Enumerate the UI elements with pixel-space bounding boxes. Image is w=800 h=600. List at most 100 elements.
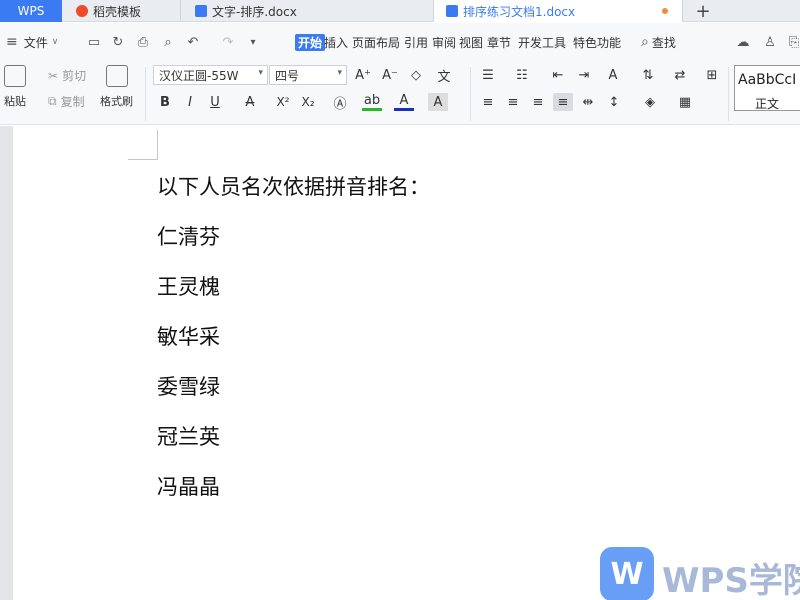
font-size-value: 四号 (275, 68, 300, 83)
font-family-select[interactable]: 汉仪正圆-55W ▾ (153, 65, 268, 85)
menu-start[interactable]: 开始 (295, 34, 326, 51)
text-direction-icon[interactable]: A (603, 66, 623, 84)
print-icon[interactable]: ⎙ (135, 34, 151, 50)
output-icon[interactable]: ↻ (110, 34, 126, 50)
copy-button[interactable]: ⧉ 复制 (48, 93, 85, 110)
shrink-font-icon[interactable]: A⁻ (380, 66, 400, 84)
menu-chapter[interactable]: 章节 (487, 34, 511, 51)
increase-indent-icon[interactable]: ⇥ (574, 66, 594, 84)
margin-corner-mark (128, 130, 158, 160)
tab-document-2[interactable]: 排序练习文档1.docx (433, 0, 683, 22)
distribute-icon[interactable]: ⇹ (578, 93, 598, 111)
text-effect-icon[interactable]: Ⓐ (330, 93, 350, 112)
tab-template[interactable]: 稻壳模板 (62, 0, 178, 22)
superscript-button[interactable]: X² (273, 93, 293, 111)
format-painter-label: 格式刷 (100, 95, 133, 108)
justify-icon[interactable]: ≡ (553, 93, 573, 111)
doc-name-line[interactable]: 王灵槐 (157, 271, 220, 301)
strikethrough-button[interactable]: A (240, 93, 260, 111)
tab-document-2-label: 排序练习文档1.docx (463, 4, 576, 19)
tab-document-1[interactable]: 文字-排序.docx (180, 0, 430, 22)
chevron-down-icon: ∨ (51, 37, 59, 47)
file-menu-label: 文件 (23, 35, 48, 50)
show-marks-icon[interactable]: ⊞ (702, 66, 722, 84)
border-icon[interactable]: ▦ (675, 93, 695, 111)
align-left-icon[interactable]: ≡ (478, 93, 498, 111)
wps-logo-letter: W (610, 556, 644, 592)
line-break-icon[interactable]: ⇄ (670, 66, 690, 84)
grow-font-icon[interactable]: A⁺ (353, 66, 373, 84)
subscript-button[interactable]: X₂ (298, 93, 318, 111)
numbered-list-icon[interactable]: ☷ (512, 66, 532, 84)
style-normal[interactable]: AaBbCcI 正文 (734, 65, 800, 111)
font-size-select[interactable]: 四号 ▾ (269, 65, 347, 85)
divider (728, 67, 729, 121)
cut-label: 剪切 (62, 69, 87, 83)
hamburger-icon: ≡ (6, 34, 18, 50)
tab-bar: WPS 稻壳模板 文字-排序.docx 排序练习文档1.docx + (0, 0, 800, 22)
font-color-icon[interactable]: A (394, 93, 414, 111)
user-icon[interactable]: ♙ (762, 34, 778, 50)
menu-insert[interactable]: 插入 (324, 34, 348, 51)
left-gutter (0, 126, 13, 600)
more-icon[interactable]: ▾ (245, 34, 261, 50)
align-center-icon[interactable]: ≡ (503, 93, 523, 111)
word-doc-icon (195, 5, 207, 17)
redo-icon[interactable]: ↷ (220, 34, 236, 50)
wps-academy-watermark: WPS学院 (662, 561, 800, 600)
search-icon: ⌕ (641, 34, 649, 50)
highlight-icon[interactable]: ab (362, 93, 382, 111)
line-spacing-icon[interactable]: ↕ (604, 93, 624, 111)
tab-wps-label: WPS (17, 4, 45, 18)
doc-name-line[interactable]: 委雪绿 (157, 371, 220, 401)
menu-references[interactable]: 引用 (404, 34, 428, 51)
chevron-down-icon: ▾ (337, 68, 342, 78)
chevron-down-icon: ▾ (258, 68, 263, 78)
doc-title-line[interactable]: 以下人员名次依据拼音排名： (157, 171, 430, 201)
wps-academy-logo: W (600, 547, 654, 600)
paste-label: 粘贴 (4, 95, 26, 108)
tab-document-1-label: 文字-排序.docx (212, 4, 297, 19)
menu-developer[interactable]: 开发工具 (518, 34, 566, 51)
align-right-icon[interactable]: ≡ (528, 93, 548, 111)
fill-color-icon[interactable]: ◈ (640, 93, 660, 111)
cloud-icon[interactable]: ☁ (735, 34, 751, 50)
sort-icon[interactable]: ⇅ (638, 66, 658, 84)
search-button[interactable]: ⌕ 查找 (641, 23, 676, 61)
share-icon[interactable]: ⎘ (786, 34, 800, 50)
phonetic-guide-icon[interactable]: 文 (434, 66, 454, 85)
italic-button[interactable]: I (180, 93, 200, 111)
cut-button[interactable]: ✂ 剪切 (48, 67, 86, 84)
char-shading-icon[interactable]: A (428, 93, 448, 111)
search-label: 查找 (651, 35, 676, 50)
divider (470, 67, 471, 121)
menu-special[interactable]: 特色功能 (573, 34, 621, 51)
paste-button[interactable]: 粘贴 (4, 65, 26, 109)
save-icon[interactable]: ▭ (86, 34, 102, 50)
file-menu[interactable]: ≡ 文件 ∨ (6, 23, 58, 61)
scissors-icon: ✂ (48, 68, 59, 83)
divider (145, 67, 146, 121)
menu-view[interactable]: 视图 (459, 34, 483, 51)
menu-review[interactable]: 审阅 (432, 34, 456, 51)
underline-button[interactable]: U (205, 93, 225, 111)
doc-name-line[interactable]: 敏华采 (157, 321, 220, 351)
clear-format-icon[interactable]: ◇ (406, 66, 426, 84)
doc-name-line[interactable]: 冠兰英 (157, 421, 220, 451)
copy-label: 复制 (60, 95, 85, 109)
tab-template-label: 稻壳模板 (93, 4, 142, 19)
doc-name-line[interactable]: 冯晶晶 (157, 471, 220, 501)
doc-name-line[interactable]: 仁清芬 (157, 221, 220, 251)
undo-icon[interactable]: ↶ (185, 34, 201, 50)
bold-button[interactable]: B (155, 93, 175, 111)
style-name: 正文 (755, 97, 780, 111)
new-tab-button[interactable]: + (690, 0, 716, 22)
menu-page-layout[interactable]: 页面布局 (352, 34, 400, 51)
print-preview-icon[interactable]: ⌕ (160, 34, 176, 50)
bullet-list-icon[interactable]: ☰ (478, 66, 498, 84)
decrease-indent-icon[interactable]: ⇤ (548, 66, 568, 84)
plus-icon: + (695, 0, 711, 22)
format-painter-button[interactable]: 格式刷 (100, 65, 133, 109)
tab-wps-home[interactable]: WPS (0, 0, 62, 22)
word-doc-icon (446, 5, 458, 17)
